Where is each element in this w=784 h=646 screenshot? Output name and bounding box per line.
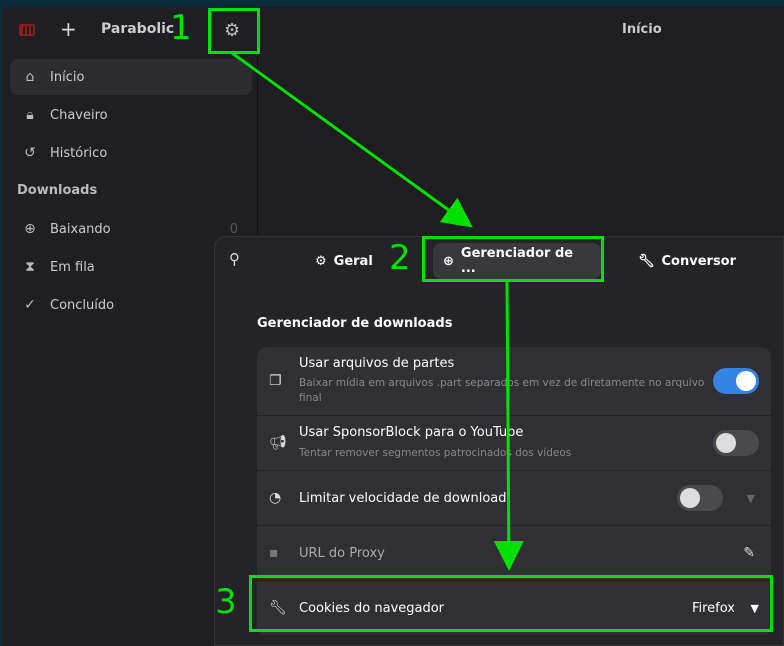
speed-limit-toggle[interactable] [677, 485, 723, 511]
search-icon[interactable]: ⚲ [229, 250, 240, 268]
row-part-files: ❐ Usar arquivos de partes Baixar mídia e… [257, 347, 771, 416]
row-sponsorblock: 📢︎ Usar SponsorBlock para o YouTube Tent… [257, 416, 771, 471]
section-heading: Gerenciador de downloads [257, 316, 453, 331]
home-icon: ⌂ [25, 69, 35, 85]
subtitle: Baixar mídia em arquivos .part separados… [299, 377, 705, 404]
history-icon: ↺ [24, 145, 36, 161]
annotation-1: 1 [170, 8, 192, 48]
title: URL do Proxy [299, 545, 385, 561]
sidebar-item-inicio[interactable]: ⌂ Início [10, 59, 252, 95]
title: Limitar velocidade de download [299, 490, 507, 506]
row-proxy: ▪ URL do Proxy ✎ [257, 526, 771, 581]
app-logo-icon [19, 24, 35, 36]
sidebar-item-chaveiro[interactable]: 🔒︎ Chaveiro [10, 97, 252, 133]
edit-pencil-icon[interactable]: ✎ [743, 545, 755, 561]
sidebar-item-historico[interactable]: ↺ Histórico [10, 135, 252, 171]
row-speed-limit: ◔ Limitar velocidade de download ▼ [257, 471, 771, 526]
highlight-box-3 [249, 575, 773, 632]
add-download-button[interactable]: + [60, 17, 77, 41]
keyhole-icon: 🔒︎ [26, 107, 34, 123]
speedometer-icon: ◔ [269, 490, 282, 506]
highlight-box-1 [208, 8, 260, 54]
expand-chevron-icon[interactable]: ▼ [747, 492, 755, 505]
title: Usar SponsorBlock para o YouTube [299, 425, 524, 440]
megaphone-icon: 📢︎ [269, 435, 287, 451]
hourglass-icon: ⧗ [25, 259, 35, 275]
title: Usar arquivos de partes [299, 356, 455, 371]
sponsorblock-toggle[interactable] [713, 430, 759, 456]
downloads-section-label: Downloads [17, 183, 98, 198]
subtitle: Tentar remover segmentos patrocinados do… [299, 447, 572, 459]
count: 0 [229, 221, 238, 237]
download-icon: ⊕ [24, 221, 36, 237]
label: Início [50, 69, 85, 85]
label: Em fila [50, 259, 95, 275]
tab-conversor[interactable]: 🔧︎ Conversor [628, 243, 746, 279]
tab-geral[interactable]: ⚙ Geral [305, 243, 383, 279]
part-files-toggle[interactable] [713, 368, 759, 394]
wrench-icon: 🔧︎ [638, 253, 655, 269]
label: Baixando [50, 221, 111, 237]
gear-icon: ⚙ [315, 253, 327, 269]
label: Conversor [661, 253, 737, 269]
label: Histórico [50, 145, 108, 161]
annotation-2: 2 [389, 238, 411, 278]
label: Geral [333, 253, 373, 269]
label: Chaveiro [50, 107, 108, 123]
main-title: Início [622, 22, 662, 37]
highlight-box-2 [422, 236, 604, 282]
label: Concluído [50, 297, 115, 313]
annotation-3: 3 [215, 582, 237, 622]
copy-icon: ❐ [269, 373, 282, 389]
proxy-icon: ▪ [269, 545, 279, 561]
check-circle-icon: ✓ [24, 297, 36, 313]
app-title: Parabolic [101, 21, 175, 37]
